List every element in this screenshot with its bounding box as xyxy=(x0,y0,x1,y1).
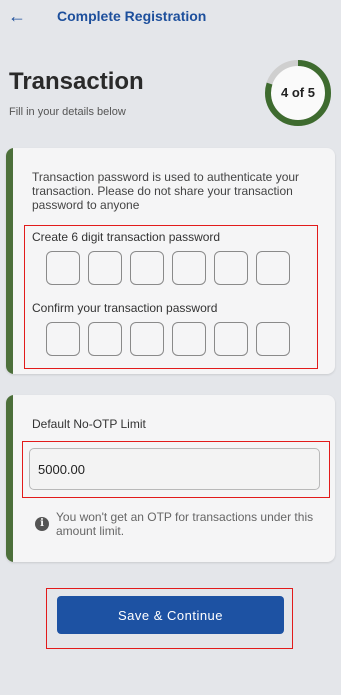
header-title: Complete Registration xyxy=(57,8,207,24)
progress-label: 4 of 5 xyxy=(281,85,315,100)
password-section-highlight xyxy=(24,225,318,369)
limit-input-highlight xyxy=(22,441,330,498)
info-circle-icon: i xyxy=(35,517,49,531)
save-button-highlight xyxy=(46,588,293,649)
page-subtitle: Fill in your details below xyxy=(9,106,126,118)
step-progress-ring: 4 of 5 xyxy=(264,59,332,127)
app-header: ← Complete Registration xyxy=(0,0,341,34)
no-otp-limit-note: You won't get an OTP for transactions un… xyxy=(56,510,314,538)
no-otp-limit-label: Default No-OTP Limit xyxy=(32,417,146,431)
back-arrow-icon[interactable]: ← xyxy=(8,6,28,26)
card-accent-bar xyxy=(6,395,13,562)
card-accent-bar xyxy=(6,148,13,374)
transaction-info-text: Transaction password is used to authenti… xyxy=(32,170,300,212)
page-title: Transaction xyxy=(9,68,144,95)
